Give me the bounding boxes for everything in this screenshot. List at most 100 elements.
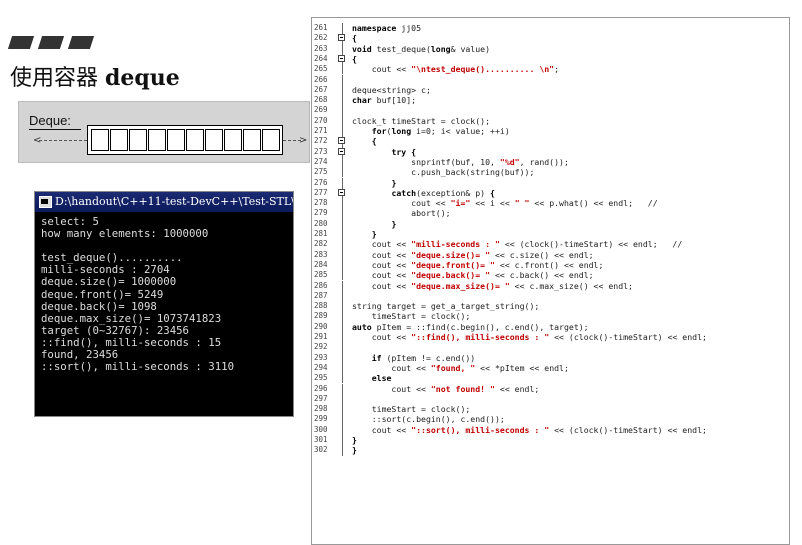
fold-gutter xyxy=(342,23,343,34)
code-line: 284 cout << "deque.front()= " << c.front… xyxy=(312,259,789,271)
deque-cell xyxy=(224,129,242,151)
code-editor: ​ 261 namespace jj05 262{263 void test_dequ… xyxy=(311,17,790,545)
fold-gutter xyxy=(342,362,343,374)
code-text: cout << "i=" << i << " " << p.what() << … xyxy=(352,198,658,209)
code-text: catch(exception& p) { xyxy=(391,187,495,198)
fold-gutter xyxy=(342,249,343,260)
code-line: 293 if (pItem != c.end()) xyxy=(312,352,789,363)
fold-toggle-icon[interactable] xyxy=(338,147,345,155)
deque-cell xyxy=(110,129,128,151)
code-text: cout << "deque.front()= " << c.front() <… xyxy=(352,259,604,270)
code-line: 295 else xyxy=(312,373,789,384)
code-line: 294 cout << "found, " << *pItem << endl; xyxy=(312,362,789,374)
line-number: 300 xyxy=(314,424,328,434)
code-text: abort(); xyxy=(352,208,451,219)
fold-gutter xyxy=(342,239,343,250)
line-number: 291 xyxy=(314,332,328,341)
line-number: 288 xyxy=(314,301,328,311)
line-number: 261 xyxy=(314,23,328,32)
code-line: 298 timeStart = clock(); xyxy=(312,404,789,415)
code-line: 266 xyxy=(312,74,789,85)
code-line: 296 cout << "not found! " << endl; xyxy=(312,383,789,394)
line-number: 278 xyxy=(314,198,328,208)
code-line: 292 xyxy=(312,342,789,353)
console-line: ::sort(), milli-seconds : 3110 xyxy=(41,360,235,374)
code-text: { xyxy=(371,136,377,147)
line-number: 271 xyxy=(314,126,328,135)
code-line: 297 xyxy=(312,393,789,405)
code-line: 262 { xyxy=(312,33,789,44)
code-text: c.push_back(string(buf)); xyxy=(352,167,535,178)
line-number: 287 xyxy=(314,290,328,300)
fold-gutter xyxy=(342,115,343,126)
deque-cell xyxy=(167,129,185,151)
code-text: ::sort(c.begin(), c.end()); xyxy=(352,414,505,425)
fold-toggle-icon[interactable] xyxy=(338,188,345,196)
line-number: 294 xyxy=(314,362,328,372)
console-title: D:\handout\C++11-test-DevC++\Test-STL\te… xyxy=(55,195,293,208)
title-deque: deque xyxy=(105,65,180,91)
line-number: 273 xyxy=(314,146,328,156)
fold-gutter xyxy=(342,167,343,178)
line-number: 296 xyxy=(314,383,328,393)
fold-toggle-icon[interactable] xyxy=(338,54,345,62)
fold-gutter xyxy=(342,105,343,116)
code-text: char buf[10]; xyxy=(352,95,417,106)
console-window: D:\handout\C++11-test-DevC++\Test-STL\te… xyxy=(34,191,294,417)
code-text: cout << "found, " << *pItem << endl; xyxy=(352,362,569,373)
fold-gutter xyxy=(342,208,343,219)
code-text: snprintf(buf, 10, "%d", rand()); xyxy=(352,156,569,167)
code-line: 288 string target = get_a_target_string()… xyxy=(312,301,789,312)
code-line: 280 } xyxy=(312,218,789,229)
code-line: 287 xyxy=(312,290,789,302)
code-line: 301} xyxy=(312,435,789,446)
line-number: 267 xyxy=(314,84,328,94)
code-line: 274 snprintf(buf, 10, "%d", rand()); xyxy=(312,156,789,168)
code-text: } xyxy=(371,229,377,239)
code-line: 272 { xyxy=(312,136,789,147)
line-number: 265 xyxy=(314,64,328,74)
fold-gutter xyxy=(342,311,343,322)
fold-gutter xyxy=(342,280,343,291)
line-number: 299 xyxy=(314,414,328,424)
fold-toggle-icon[interactable] xyxy=(338,34,345,42)
line-number: 266 xyxy=(314,74,328,84)
console-icon xyxy=(39,196,52,208)
console-line: deque.back()= 1098 xyxy=(41,299,157,313)
code-line: 269 xyxy=(312,105,789,116)
code-text: string target = get_a_target_string(); xyxy=(352,301,540,312)
code-line: 276 } xyxy=(312,177,789,188)
code-line: 261 namespace jj05 xyxy=(312,23,789,34)
code-text: } xyxy=(391,218,397,229)
line-number: 279 xyxy=(314,208,328,218)
code-text: { xyxy=(352,53,357,64)
fold-gutter xyxy=(342,414,343,425)
code-text: timeStart = clock(); xyxy=(352,311,471,322)
code-text: deque<string> c; xyxy=(352,84,431,95)
line-number: 293 xyxy=(314,352,328,362)
code-text: cout << "\ntest_deque().......... \n"; xyxy=(352,64,560,75)
line-number: 269 xyxy=(314,105,328,115)
code-line: 271 for(long i=0; i< value; ++i) xyxy=(312,126,789,137)
line-number: 268 xyxy=(314,95,328,105)
line-number: 272 xyxy=(314,136,328,146)
title-chinese: 使用容器 xyxy=(10,66,105,91)
fold-gutter xyxy=(342,218,343,229)
code-text: cout << "deque.size()= " << c.size() << … xyxy=(352,249,594,260)
code-line: 299 ::sort(c.begin(), c.end()); xyxy=(312,414,789,425)
fold-gutter xyxy=(342,404,343,415)
fold-toggle-icon[interactable] xyxy=(338,137,345,145)
line-number: 280 xyxy=(314,218,328,228)
fold-gutter xyxy=(342,229,343,240)
code-text: cout << "::sort(), milli-seconds : " << … xyxy=(352,424,707,435)
code-line: 282 cout << "milli-seconds : " << (clock… xyxy=(312,239,789,250)
console-output: select: 5 how many elements: 1000000 test… xyxy=(35,212,293,373)
line-number: 284 xyxy=(314,259,328,269)
fold-gutter xyxy=(342,332,343,343)
right-arrow-icon: > xyxy=(299,135,308,146)
fold-gutter xyxy=(342,64,343,75)
fold-gutter xyxy=(342,435,343,446)
code-line: 277 catch(exception& p) { xyxy=(312,187,789,199)
fold-gutter xyxy=(342,352,343,363)
code-line: 279 abort(); xyxy=(312,208,789,219)
